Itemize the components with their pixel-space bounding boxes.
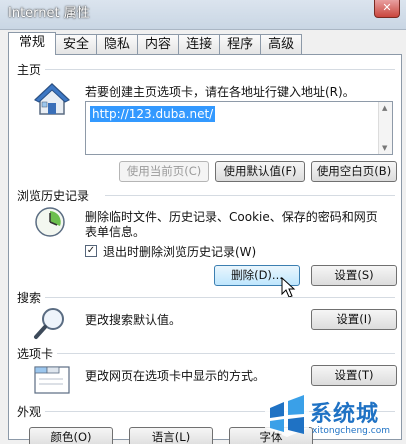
history-separator	[105, 195, 395, 196]
scroll-up-icon: ▲	[382, 104, 388, 112]
tab-content[interactable]: 内容	[138, 34, 180, 55]
colors-button[interactable]: 颜色(O)	[29, 427, 113, 444]
home-url-textarea[interactable]: http://123.duba.net/ ▲ ▼	[85, 101, 393, 155]
tab-programs[interactable]: 程序	[220, 34, 262, 55]
xitongcheng-logo-icon	[265, 394, 309, 437]
house-icon	[34, 82, 70, 115]
tabs-group-label: 选项卡	[17, 345, 58, 362]
history-desc-line2: 表单信息。	[85, 225, 146, 239]
tab-general[interactable]: 常规	[8, 32, 57, 55]
scroll-down-icon: ▼	[382, 144, 388, 152]
appearance-group-label: 外观	[17, 403, 46, 420]
tab-advanced[interactable]: 高级	[261, 34, 303, 55]
home-hint: 若要创建主页选项卡，请在各地址行键入地址(R)。	[85, 85, 355, 99]
mouse-cursor-icon	[281, 277, 296, 298]
home-group-label: 主页	[17, 61, 46, 78]
use-current-button[interactable]: 使用当前页(C)	[119, 161, 209, 182]
tabs-desc: 更改网页在选项卡中显示的方式。	[85, 369, 266, 383]
tabbed-window-icon	[34, 366, 70, 394]
home-url-value: http://123.duba.net/	[90, 106, 216, 122]
tab-strip: 常规 安全 隐私 内容 连接 程序 高级	[8, 32, 303, 55]
use-default-button[interactable]: 使用默认值(F)	[215, 161, 305, 182]
tabs-separator	[57, 353, 395, 354]
delete-on-exit-label[interactable]: 退出时删除浏览历史记录(W)	[103, 243, 256, 260]
window-title: Internet 属性	[8, 6, 90, 21]
watermark-url: xitongcheng.com	[312, 426, 390, 436]
url-scrollbar[interactable]: ▲ ▼	[378, 102, 392, 154]
delete-on-exit-checkbox[interactable]: ✓	[85, 245, 97, 257]
search-group-label: 搜索	[17, 289, 46, 306]
history-clock-icon	[35, 207, 65, 237]
tabs-settings-button[interactable]: 设置(T)	[311, 365, 397, 386]
search-desc: 更改搜索默认值。	[85, 313, 182, 327]
history-settings-button[interactable]: 设置(S)	[311, 265, 397, 286]
title-bar: Internet 属性 ✕	[0, 0, 406, 30]
search-settings-button[interactable]: 设置(I)	[311, 309, 397, 330]
languages-button[interactable]: 语言(L)	[129, 427, 213, 444]
history-group-label: 浏览历史记录	[17, 187, 94, 204]
home-separator	[45, 69, 395, 70]
close-button[interactable]: ✕	[374, 0, 400, 18]
tab-security[interactable]: 安全	[56, 34, 98, 55]
watermark-brand: 系统城	[310, 402, 380, 427]
use-blank-button[interactable]: 使用空白页(B)	[311, 161, 397, 182]
magnifier-icon	[34, 308, 64, 339]
search-separator	[45, 297, 395, 298]
tab-connections[interactable]: 连接	[179, 34, 221, 55]
tab-privacy[interactable]: 隐私	[97, 34, 139, 55]
general-panel: 主页 若要创建主页选项卡，请在各地址行键入地址(R)。 http://123.d…	[8, 54, 402, 444]
